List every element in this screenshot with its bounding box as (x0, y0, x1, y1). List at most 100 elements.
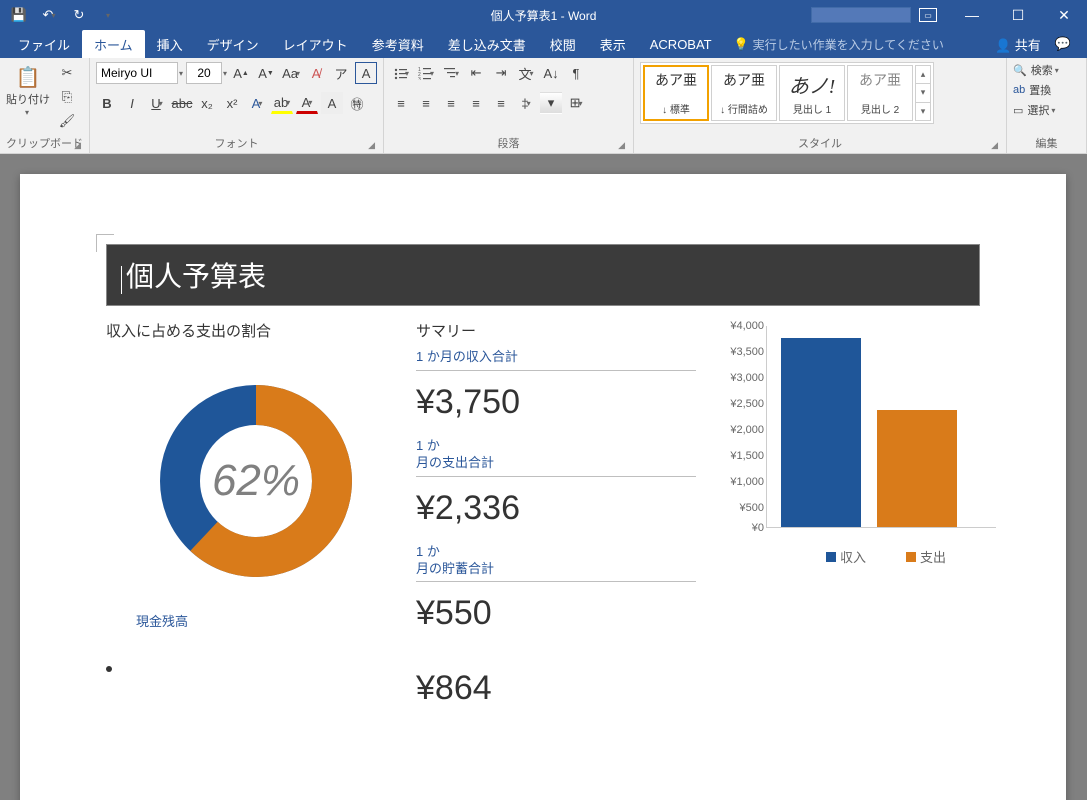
tell-me-placeholder: 実行したい作業を入力してください (753, 36, 944, 53)
group-font: Meiryo UI▾ 20▾ A▲ A▼ Aa▾ A̸ ア A B I U▾ a… (90, 58, 384, 153)
grow-font-icon[interactable]: A▲ (230, 62, 252, 84)
select-button[interactable]: ▭ 選択 ▾ (1013, 102, 1059, 118)
group-paragraph: ▾ 123▾ ▾ ⇤ ⇥ 文▾ A↓ ¶ ≡ ≡ ≡ ≡ ≡ ‡▾ ▾ ⊞▾ 段… (384, 58, 634, 153)
increase-indent-icon[interactable]: ⇥ (490, 62, 512, 84)
qat-customize-icon[interactable]: ▾ (96, 2, 122, 28)
tab-references[interactable]: 参考資料 (360, 30, 436, 58)
styles-dialog-launcher[interactable]: ◢ (991, 140, 998, 151)
tab-mailings[interactable]: 差し込み文書 (436, 30, 538, 58)
shading-icon[interactable]: ▾ (540, 92, 562, 114)
strikethrough-button[interactable]: abc (171, 92, 193, 114)
bold-button[interactable]: B (96, 92, 118, 114)
group-editing: 🔍 検索 ▾ ab 置換 ▭ 選択 ▾ 編集 (1007, 58, 1087, 153)
undo-icon[interactable]: ↶▾ (36, 2, 62, 28)
tab-home[interactable]: ホーム (82, 30, 145, 58)
expense-label: 1 か月の支出合計 (416, 438, 696, 472)
ratio-heading: 収入に占める支出の割合 (106, 320, 406, 341)
find-button[interactable]: 🔍 検索 ▾ (1013, 62, 1059, 78)
tab-acrobat[interactable]: ACROBAT (638, 30, 724, 58)
share-button[interactable]: 👤 共有 (995, 35, 1041, 54)
font-size-combo[interactable]: 20 (186, 62, 222, 84)
distributed-icon[interactable]: ≡ (490, 92, 512, 114)
superscript-button[interactable]: x² (221, 92, 243, 114)
savings-value: ¥550 (416, 586, 696, 641)
phonetic-guide-icon[interactable]: ア (330, 62, 352, 84)
subscript-button[interactable]: x₂ (196, 92, 218, 114)
income-label: 1 か月の収入合計 (416, 349, 696, 366)
justify-icon[interactable]: ≡ (465, 92, 487, 114)
line-spacing-icon[interactable]: ‡▾ (515, 92, 537, 114)
styles-scroll[interactable]: ▴▾▾ (915, 65, 931, 121)
align-center-icon[interactable]: ≡ (415, 92, 437, 114)
quick-access-toolbar: 💾 ↶▾ ↻ ▾ (0, 2, 128, 28)
shrink-font-icon[interactable]: A▼ (255, 62, 277, 84)
tab-view[interactable]: 表示 (588, 30, 638, 58)
paragraph-dialog-launcher[interactable]: ◢ (618, 140, 625, 151)
paste-icon: 📋 (13, 62, 43, 92)
minimize-button[interactable]: — (949, 0, 995, 30)
style-heading-1[interactable]: あノ!見出し 1 (779, 65, 845, 121)
bullets-icon[interactable]: ▾ (390, 62, 412, 84)
tab-design[interactable]: デザイン (195, 30, 271, 58)
clipboard-dialog-launcher[interactable]: ◢ (74, 140, 81, 151)
tab-review[interactable]: 校閲 (538, 30, 588, 58)
align-left-icon[interactable]: ≡ (390, 92, 412, 114)
tab-layout[interactable]: レイアウト (271, 30, 360, 58)
style-heading-2[interactable]: あア亜見出し 2 (847, 65, 913, 121)
income-value: ¥3,750 (416, 375, 696, 430)
comments-icon[interactable]: 💬 (1055, 36, 1071, 52)
summary-column: サマリー 1 か月の収入合計 ¥3,750 1 か月の支出合計 ¥2,336 1… (416, 316, 696, 716)
character-border-icon[interactable]: A (355, 62, 377, 84)
replace-button[interactable]: ab 置換 (1013, 82, 1059, 98)
expense-value: ¥2,336 (416, 481, 696, 536)
savings-label: 1 か月の貯蓄合計 (416, 544, 696, 578)
numbering-icon[interactable]: 123▾ (415, 62, 437, 84)
font-name-combo[interactable]: Meiryo UI (96, 62, 178, 84)
summary-heading: サマリー (416, 320, 696, 341)
change-case-icon[interactable]: Aa▾ (280, 62, 302, 84)
page: 個人予算表 収入に占める支出の割合 62% 現金残高 サマリー 1 か月の収入合… (20, 174, 1066, 800)
highlight-icon[interactable]: ab▾ (271, 92, 293, 114)
bar-chart: ¥4,000 ¥3,500 ¥3,000 ¥2,500 ¥2,000 ¥1,50… (706, 316, 1006, 566)
paste-button[interactable]: 📋 貼り付け ▾ (6, 62, 50, 117)
copy-icon[interactable]: ⎘ (56, 86, 78, 108)
ribbon-display-options-icon[interactable]: ▭ (919, 8, 937, 22)
save-icon[interactable]: 💾 (6, 2, 32, 28)
close-button[interactable]: ✕ (1041, 0, 1087, 30)
document-area[interactable]: 個人予算表 収入に占める支出の割合 62% 現金残高 サマリー 1 か月の収入合… (0, 154, 1087, 800)
styles-gallery[interactable]: あア亜↓ 標準 あア亜↓ 行間詰め あノ!見出し 1 あア亜見出し 2 ▴▾▾ (640, 62, 934, 124)
underline-button[interactable]: U▾ (146, 92, 168, 114)
multilevel-list-icon[interactable]: ▾ (440, 62, 462, 84)
barchart-column: ¥4,000 ¥3,500 ¥3,000 ¥2,500 ¥2,000 ¥1,50… (706, 316, 1006, 716)
show-marks-icon[interactable]: ¶ (565, 62, 587, 84)
tab-file[interactable]: ファイル (6, 30, 82, 58)
format-painter-icon[interactable]: 🖌 (56, 110, 78, 132)
tell-me-box[interactable]: 💡 実行したい作業を入力してください (724, 30, 944, 58)
cut-icon[interactable]: ✂ (56, 62, 78, 84)
doc-title[interactable]: 個人予算表 (106, 244, 980, 306)
decrease-indent-icon[interactable]: ⇤ (465, 62, 487, 84)
italic-button[interactable]: I (121, 92, 143, 114)
borders-icon[interactable]: ⊞▾ (565, 92, 587, 114)
redo-icon[interactable]: ↻ (66, 2, 92, 28)
font-dialog-launcher[interactable]: ◢ (368, 140, 375, 151)
style-no-spacing[interactable]: あア亜↓ 行間詰め (711, 65, 777, 121)
clear-formatting-icon[interactable]: A̸ (305, 62, 327, 84)
style-normal[interactable]: あア亜↓ 標準 (643, 65, 709, 121)
tab-insert[interactable]: 挿入 (145, 30, 195, 58)
ribbon-tabs: ファイル ホーム 挿入 デザイン レイアウト 参考資料 差し込み文書 校閲 表示… (0, 30, 1087, 58)
margin-corner-icon (96, 234, 114, 252)
window-controls: ▭ — ☐ ✕ (811, 0, 1087, 30)
maximize-button[interactable]: ☐ (995, 0, 1041, 30)
ribbon: 📋 貼り付け ▾ ✂ ⎘ 🖌 クリップボード◢ Meiryo UI▾ 20▾ A… (0, 58, 1087, 154)
ratio-column: 収入に占める支出の割合 62% 現金残高 (106, 316, 406, 716)
user-box[interactable] (811, 7, 911, 23)
text-effects-icon[interactable]: A▾ (246, 92, 268, 114)
enclose-characters-icon[interactable]: ㊕ (346, 92, 368, 114)
character-shading-icon[interactable]: A (321, 92, 343, 114)
plot-area (766, 326, 996, 528)
align-right-icon[interactable]: ≡ (440, 92, 462, 114)
font-color-icon[interactable]: A▾ (296, 92, 318, 114)
text-direction-icon[interactable]: 文▾ (515, 62, 537, 84)
sort-icon[interactable]: A↓ (540, 62, 562, 84)
